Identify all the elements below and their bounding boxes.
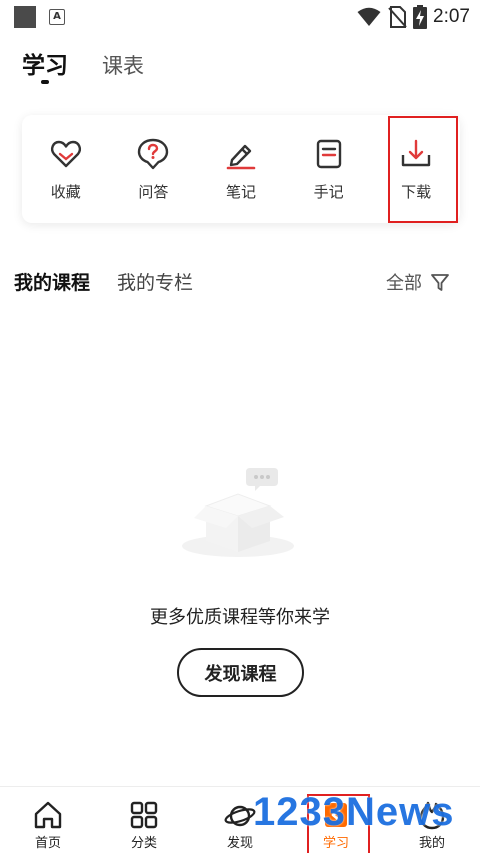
status-bar: A 2:07 — [0, 0, 480, 34]
discover-courses-button[interactable]: 发现课程 — [177, 648, 304, 697]
download-icon — [401, 139, 431, 167]
wifi-icon — [357, 7, 381, 26]
no-sim-icon — [388, 6, 407, 28]
filter-icon — [431, 274, 449, 291]
grid-icon — [130, 801, 158, 829]
tab-schedule[interactable]: 课表 — [102, 50, 144, 80]
nav-label: 学习 — [322, 836, 349, 851]
nav-home[interactable]: 首页 — [0, 787, 96, 853]
nav-discover[interactable]: 发现 — [192, 787, 288, 853]
clock: 2:07 — [433, 6, 470, 27]
nav-profile[interactable]: 我的 — [384, 787, 480, 853]
nav-label: 发现 — [226, 836, 253, 851]
tool-download[interactable]: 下载 — [372, 115, 460, 223]
study-icon — [325, 803, 347, 827]
nav-label: 首页 — [34, 836, 61, 851]
tool-label: 问答 — [138, 183, 169, 201]
notification-icon — [14, 6, 36, 28]
tab-my-courses[interactable]: 我的课程 — [14, 268, 90, 295]
quick-tools-card: 收藏 问答 笔记 手记 下载 — [22, 115, 460, 223]
battery-charging-icon — [413, 5, 428, 29]
heart-icon — [50, 140, 81, 168]
planet-icon — [224, 805, 256, 827]
tool-label: 手记 — [313, 183, 344, 201]
tool-label: 笔记 — [225, 183, 256, 201]
tool-label: 收藏 — [50, 183, 81, 201]
nav-study[interactable]: 学习 — [288, 787, 384, 853]
nav-label: 我的 — [418, 836, 445, 851]
profile-icon — [419, 801, 445, 830]
tool-favorites[interactable]: 收藏 — [22, 115, 110, 223]
tab-study[interactable]: 学习 — [22, 46, 68, 84]
empty-state-message: 更多优质课程等你来学 — [150, 607, 330, 628]
course-tab-bar: 我的课程 我的专栏 — [14, 268, 193, 295]
home-icon — [34, 801, 62, 829]
bottom-nav: 首页 分类 发现 学习 我的 — [0, 786, 480, 853]
nav-categories[interactable]: 分类 — [96, 787, 192, 853]
note-icon — [316, 139, 341, 169]
empty-box-illustration — [182, 468, 294, 557]
filter-label: 全部 — [386, 273, 422, 294]
tool-handnotes[interactable]: 手记 — [285, 115, 373, 223]
app-notification-icon: A — [49, 9, 65, 25]
top-tab-bar: 学习 课表 — [22, 46, 144, 84]
question-bubble-icon — [138, 138, 169, 170]
tool-notes[interactable]: 笔记 — [197, 115, 285, 223]
pen-icon — [226, 144, 256, 170]
tool-qa[interactable]: 问答 — [110, 115, 198, 223]
tab-my-columns[interactable]: 我的专栏 — [117, 268, 193, 295]
nav-label: 分类 — [130, 836, 157, 851]
tool-label: 下载 — [401, 183, 432, 201]
filter-button[interactable]: 全部 — [386, 269, 450, 295]
